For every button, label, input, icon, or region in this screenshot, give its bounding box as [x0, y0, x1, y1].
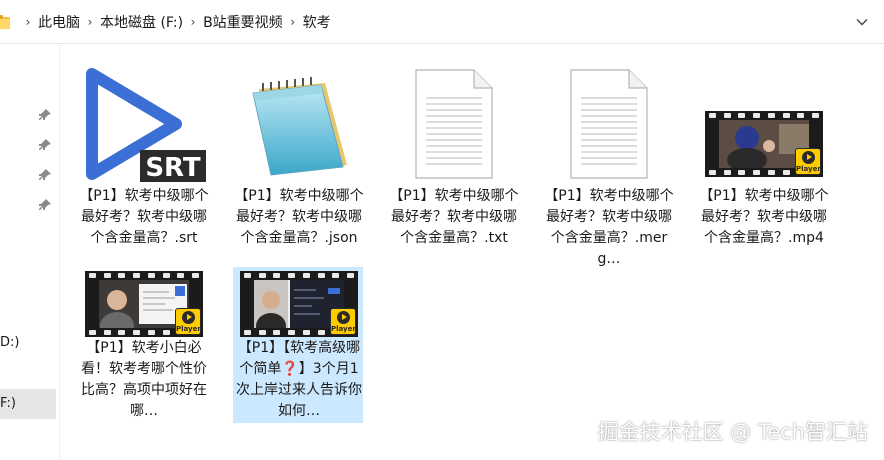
- file-item[interactable]: 【P1】软考中级哪个最好考？软考中级哪个含金量高？.json: [233, 57, 364, 246]
- chevron-right-icon[interactable]: ›: [80, 15, 100, 29]
- watermark: 掘金技术社区 @ Tech智汇站: [597, 420, 868, 444]
- film-holes: [240, 271, 358, 280]
- file-item[interactable]: Player 【P1】软考小白必看！软考考哪个性价比高？高项中项好在哪…: [78, 267, 208, 423]
- video-thumbnail: Player: [234, 266, 364, 342]
- film-strip: Player: [240, 271, 358, 337]
- play-icon: SRT: [86, 68, 206, 183]
- play-icon: [807, 154, 812, 160]
- nav-item-drive-f[interactable]: F:): [0, 389, 56, 419]
- breadcrumb-item[interactable]: › 此电脑: [18, 12, 80, 32]
- document-icon: [544, 64, 674, 184]
- breadcrumb-this-pc[interactable]: 此电脑: [38, 12, 80, 32]
- breadcrumb-local-disk[interactable]: 本地磁盘 (F:): [100, 12, 183, 32]
- address-bar[interactable]: › 此电脑 › 本地磁盘 (F:) › B站重要视频 › 软考: [0, 0, 884, 44]
- breadcrumb-folder[interactable]: B站重要视频: [203, 12, 283, 32]
- address-history-dropdown[interactable]: [852, 12, 872, 32]
- player-badge: Player: [175, 308, 201, 335]
- breadcrumb: › 此电脑 › 本地磁盘 (F:) › B站重要视频 › 软考: [0, 0, 331, 44]
- breadcrumb-item[interactable]: › B站重要视频: [183, 12, 283, 32]
- nav-item-drive-d[interactable]: D:): [0, 335, 19, 350]
- file-item[interactable]: 【P1】软考中级哪个最好考？软考中级哪个含金量高？.txt: [388, 57, 519, 246]
- film-holes: [85, 271, 203, 280]
- video-thumbnail: Player: [79, 266, 209, 342]
- play-icon: [187, 314, 192, 320]
- player-badge: Player: [330, 308, 356, 335]
- file-name[interactable]: 【P1】软考中级哪个最好考？软考中级哪个含金量高？.json: [234, 186, 364, 249]
- pin-icon[interactable]: [38, 108, 52, 122]
- chevron-right-icon[interactable]: ›: [183, 15, 203, 29]
- file-item[interactable]: Player 【P1】软考中级哪个最好考？软考中级哪个含金量高？.mp4: [698, 57, 829, 246]
- film-strip: Player: [85, 271, 203, 337]
- file-name[interactable]: 【P1】软考小白必看！软考考哪个性价比高？高项中项好在哪…: [79, 338, 209, 422]
- file-name[interactable]: 【P1】软考中级哪个最好考？软考中级哪个含金量高？.txt: [389, 186, 519, 249]
- play-icon: [342, 314, 347, 320]
- file-name[interactable]: 【P1】【软考高级哪个简单❓】3个月1次上岸过来人告诉你如何…: [234, 338, 364, 422]
- breadcrumb-item[interactable]: › 本地磁盘 (F:): [80, 12, 183, 32]
- breadcrumb-item[interactable]: › 软考: [283, 12, 331, 32]
- chevron-right-icon[interactable]: ›: [18, 15, 38, 29]
- folder-icon: [0, 15, 10, 29]
- notepad-icon: [234, 64, 364, 184]
- document-graphic: [570, 69, 648, 179]
- file-item[interactable]: 【P1】软考中级哪个最好考？软考中级哪个含金量高？.merg…: [543, 57, 674, 267]
- navigation-pane[interactable]: D:) F:): [0, 45, 60, 460]
- document-graphic: [415, 69, 493, 179]
- chevron-right-icon[interactable]: ›: [283, 15, 303, 29]
- file-name[interactable]: 【P1】软考中级哪个最好考？软考中级哪个含金量高？.merg…: [544, 186, 674, 270]
- file-item[interactable]: SRT 【P1】软考中级哪个最好考？软考中级哪个含金量高？.srt: [78, 57, 209, 246]
- pin-icon[interactable]: [38, 168, 52, 182]
- file-name[interactable]: 【P1】软考中级哪个最好考？软考中级哪个含金量高？.mp4: [699, 186, 829, 249]
- chevron-down-icon: [856, 19, 868, 26]
- pin-icon[interactable]: [38, 138, 52, 152]
- srt-play-icon: SRT: [79, 64, 209, 184]
- notepad-graphic: [252, 77, 347, 176]
- breadcrumb-current-folder[interactable]: 软考: [303, 12, 331, 32]
- pin-icon[interactable]: [38, 198, 52, 212]
- file-grid[interactable]: SRT 【P1】软考中级哪个最好考？软考中级哪个含金量高？.srt 【P1】软考…: [60, 45, 884, 460]
- video-thumbnail: Player: [699, 64, 829, 184]
- player-badge: Player: [795, 148, 821, 175]
- srt-badge: SRT: [145, 153, 201, 183]
- film-strip: Player: [705, 111, 823, 177]
- file-name[interactable]: 【P1】软考中级哪个最好考？软考中级哪个含金量高？.srt: [79, 186, 209, 249]
- document-icon: [389, 64, 519, 184]
- file-item-selected[interactable]: Player 【P1】【软考高级哪个简单❓】3个月1次上岸过来人告诉你如何…: [233, 267, 363, 423]
- film-holes: [705, 111, 823, 120]
